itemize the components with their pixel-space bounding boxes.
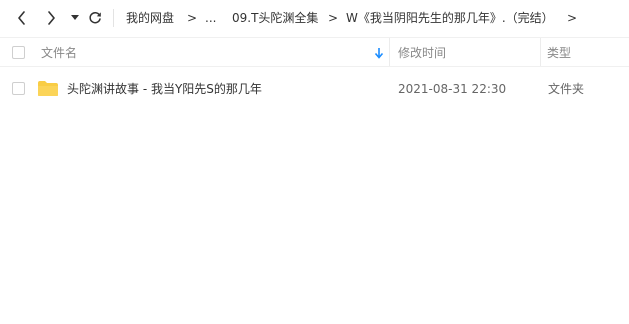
- file-modified-time: 2021-08-31 22:30: [398, 82, 507, 96]
- chevron-left-icon: [18, 11, 25, 25]
- file-type: 文件夹: [548, 82, 585, 96]
- breadcrumb-separator: >: [328, 11, 339, 25]
- table-row[interactable]: 头陀渊讲故事 - 我当Y阳先S的那几年 2021-08-31 22:30 文件夹: [0, 72, 629, 106]
- column-divider[interactable]: [540, 38, 541, 66]
- breadcrumb-separator: >: [567, 11, 578, 25]
- breadcrumb-item-current[interactable]: W《我当阴阳先生的那几年》.（完结）: [346, 10, 554, 26]
- column-header-type[interactable]: 类型: [547, 46, 571, 60]
- column-divider[interactable]: [389, 38, 390, 66]
- folder-icon: [38, 81, 58, 96]
- file-name[interactable]: 头陀渊讲故事 - 我当Y阳先S的那几年: [67, 82, 262, 96]
- row-checkbox[interactable]: [12, 82, 25, 95]
- toolbar-divider: [113, 9, 114, 27]
- breadcrumb-separator: >: [187, 11, 198, 25]
- sort-down-arrow-icon[interactable]: [374, 47, 384, 59]
- caret-down-icon: [71, 15, 79, 20]
- chevron-right-icon: [48, 11, 55, 25]
- toolbar: 我的网盘 > ... 09.T头陀渊全集 > W《我当阴阳先生的那几年》.（完结…: [0, 0, 629, 36]
- select-all-checkbox[interactable]: [12, 46, 25, 59]
- breadcrumb-item-root[interactable]: 我的网盘: [126, 10, 174, 26]
- table-header: 文件名 修改时间 类型: [0, 37, 629, 67]
- column-header-modified[interactable]: 修改时间: [398, 46, 446, 60]
- breadcrumb-item-ellipsis[interactable]: ...: [205, 10, 216, 26]
- history-dropdown-button[interactable]: [65, 8, 85, 28]
- forward-button[interactable]: [41, 8, 61, 28]
- column-header-name[interactable]: 文件名: [41, 46, 77, 60]
- refresh-button[interactable]: [85, 8, 105, 28]
- breadcrumb-item-collection[interactable]: 09.T头陀渊全集: [232, 10, 318, 26]
- back-button[interactable]: [12, 8, 32, 28]
- refresh-icon: [89, 11, 101, 24]
